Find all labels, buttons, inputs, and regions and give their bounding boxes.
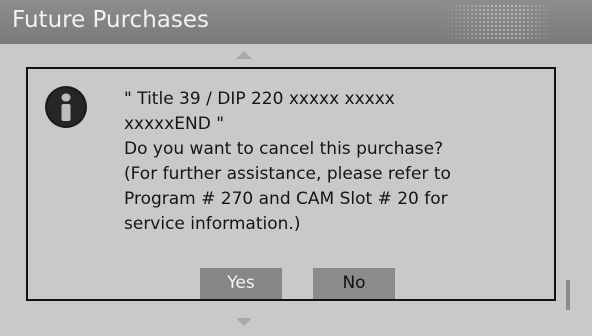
scrollbar[interactable] [566, 280, 570, 310]
message-line: Program # 270 and CAM Slot # 20 for [124, 189, 448, 209]
no-button[interactable]: No [313, 268, 395, 299]
title-dot-pattern [442, 4, 552, 40]
scroll-up-arrow-icon[interactable] [236, 51, 252, 59]
screen: Future Purchases " Title 39 / DIP 220 xx… [0, 0, 592, 336]
title-bar: Future Purchases [0, 0, 592, 44]
message-line: " Title 39 / DIP 220 xxxxx xxxxx [124, 89, 395, 109]
message-line: xxxxxEND " [124, 114, 225, 134]
confirm-dialog: " Title 39 / DIP 220 xxxxx xxxxx xxxxxEN… [26, 67, 556, 301]
message-line: service information.) [124, 214, 301, 234]
scroll-down-arrow-icon[interactable] [236, 318, 252, 326]
dialog-message: " Title 39 / DIP 220 xxxxx xxxxx xxxxxEN… [124, 87, 544, 237]
message-line: (For further assistance, please refer to [124, 164, 451, 184]
page-title: Future Purchases [12, 7, 209, 33]
yes-button[interactable]: Yes [200, 268, 282, 299]
info-icon [45, 86, 87, 128]
message-line: Do you want to cancel this purchase? [124, 139, 444, 159]
